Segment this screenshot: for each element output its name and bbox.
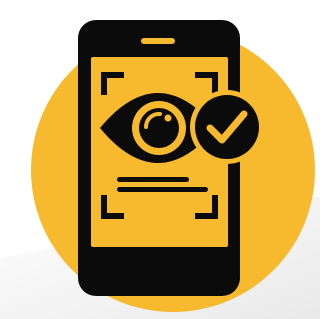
speaker-slot [141, 38, 175, 44]
eye-scan-verification-icon [31, 20, 315, 312]
icon-canvas [0, 0, 320, 319]
checkmark-badge-icon [190, 90, 264, 164]
